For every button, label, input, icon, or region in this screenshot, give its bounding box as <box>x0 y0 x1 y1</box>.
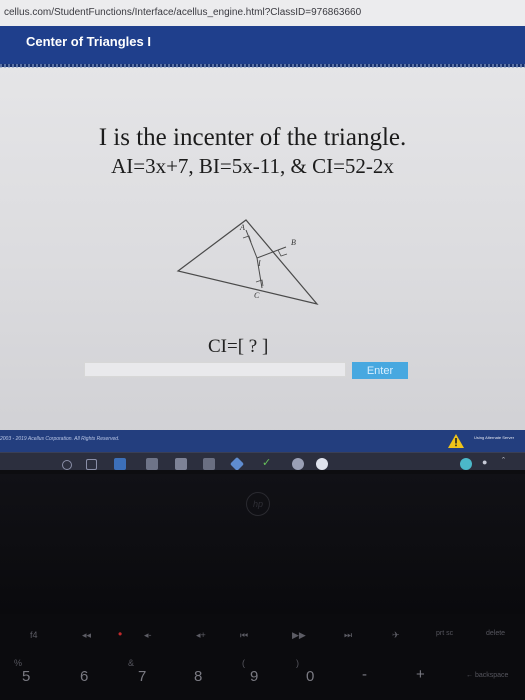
address-bar[interactable]: cellus.com/StudentFunctions/Interface/ac… <box>0 0 525 26</box>
label-i: I <box>257 259 261 268</box>
key-backspace[interactable]: ← backspace <box>466 672 508 679</box>
store-icon[interactable] <box>146 458 158 470</box>
explorer-icon[interactable] <box>114 458 126 470</box>
search-icon[interactable] <box>62 460 72 470</box>
right-angle-mark-2 <box>277 249 288 257</box>
key-9[interactable]: 9 <box>250 668 258 685</box>
key-play[interactable]: ▶▶ <box>292 630 306 641</box>
key-plus[interactable]: + <box>416 666 425 683</box>
key-dot[interactable]: • <box>118 627 122 641</box>
task-view-icon[interactable] <box>86 459 97 470</box>
footer-band: 2003 - 2019 Acellus Corporation. All Rig… <box>0 430 525 452</box>
key-mute[interactable]: ◂◂ <box>82 630 91 641</box>
segment-ai <box>245 229 258 259</box>
settings-icon[interactable] <box>460 458 472 470</box>
key-6[interactable]: 6 <box>80 668 88 685</box>
key-5[interactable]: 5 <box>22 668 30 685</box>
label-a: A <box>239 223 245 232</box>
key-prev[interactable]: ⏮ <box>240 630 248 641</box>
label-b: B <box>291 238 296 247</box>
key-vol-up[interactable]: ◂+ <box>196 630 206 641</box>
copyright-text: 2003 - 2019 Acellus Corporation. All Rig… <box>0 436 120 442</box>
key-vol-down[interactable]: ◂- <box>144 630 152 641</box>
label-c: C <box>254 291 260 300</box>
key-delete[interactable]: delete <box>486 630 505 637</box>
app-icon[interactable]: ✓ <box>262 456 274 469</box>
hp-logo: hp <box>246 492 270 516</box>
segment-bi <box>256 246 287 259</box>
lesson-header: Center of Triangles I <box>0 26 525 67</box>
key-shift-9: ( <box>242 658 245 668</box>
chevron-up-icon[interactable]: ˆ <box>502 456 514 468</box>
right-angle-mark-1 <box>242 235 252 243</box>
dropbox-icon[interactable] <box>229 456 245 470</box>
screen: cellus.com/StudentFunctions/Interface/ac… <box>0 0 525 470</box>
answer-input[interactable] <box>84 362 346 377</box>
key-next[interactable]: ⏭ <box>344 630 352 641</box>
taskbar: ✓ ● ˆ <box>0 452 525 470</box>
key-7[interactable]: 7 <box>138 668 146 685</box>
key-0[interactable]: 0 <box>306 668 314 685</box>
question-statement: I is the incenter of the triangle. <box>98 124 407 151</box>
mail-icon[interactable] <box>175 458 187 470</box>
key-airplane[interactable]: ✈ <box>392 630 400 641</box>
key-shift-0: ) <box>296 658 299 668</box>
lesson-title: Center of Triangles I <box>26 34 151 49</box>
key-shift-5: % <box>14 658 23 668</box>
enter-button[interactable]: Enter <box>352 362 408 379</box>
question-givens: AI=3x+7, BI=5x-11, & CI=52-2x <box>111 154 394 178</box>
key-f4[interactable]: f4 <box>30 630 38 640</box>
key-prtsc[interactable]: prt sc <box>436 630 453 637</box>
header-divider <box>0 64 525 68</box>
office-icon[interactable] <box>203 458 215 470</box>
key-minus[interactable]: - <box>362 666 367 683</box>
url-text: cellus.com/StudentFunctions/Interface/ac… <box>4 7 362 18</box>
question-text: I is the incenter of the triangle. AI=3x… <box>0 124 525 179</box>
browser-icon[interactable] <box>316 458 328 470</box>
warning-icon[interactable] <box>448 434 464 448</box>
key-shift-7: & <box>128 658 135 668</box>
chrome-icon[interactable] <box>292 458 304 470</box>
answer-prompt: CI=[ ? ] <box>208 336 269 357</box>
alternate-server-label: Using Alternate Server <box>474 435 515 440</box>
people-icon[interactable]: ● <box>482 457 494 469</box>
triangle-diagram: A B I C <box>176 219 319 306</box>
keyboard: f4 ◂◂ • ◂- ◂+ ⏮ ▶▶ ⏭ ✈ prt sc delete % &… <box>0 614 525 700</box>
key-8[interactable]: 8 <box>194 668 202 685</box>
laptop-bezel: hp <box>0 474 525 614</box>
